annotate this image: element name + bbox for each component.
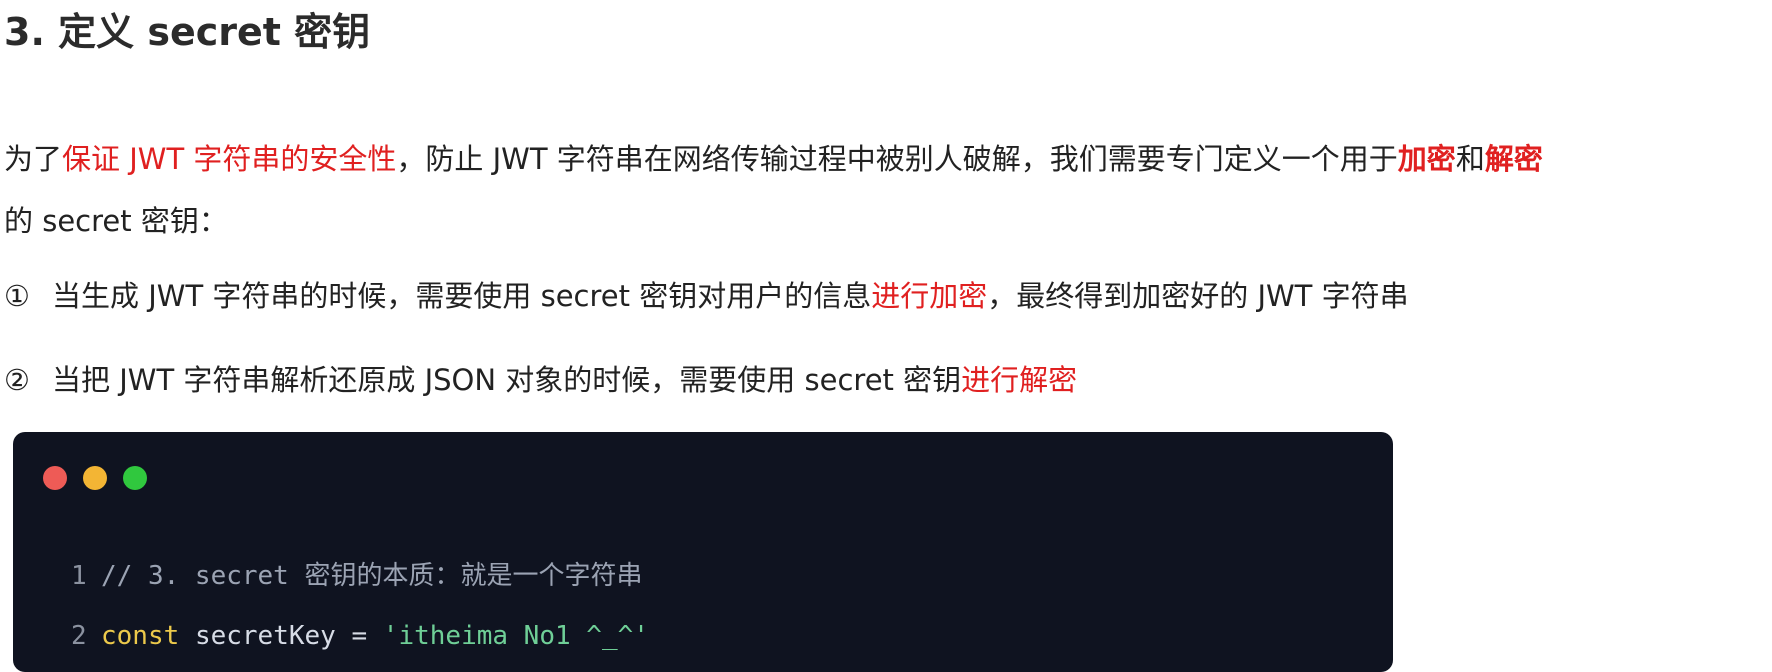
line-number: 2 <box>71 621 87 651</box>
highlight-security: 保证 JWT 字符串的安全性 <box>62 142 397 176</box>
list-marker: ② <box>4 363 30 397</box>
section-heading: 3. 定义 secret 密钥 <box>4 10 371 54</box>
code-block: 1 // 3. secret 密钥的本质：就是一个字符串 2 const secre… <box>71 546 649 666</box>
highlight-encrypt: 加密 <box>1397 142 1456 176</box>
list-item-highlight: 进行解密 <box>961 363 1078 397</box>
intro-line-1: 为了保证 JWT 字符串的安全性，防止 JWT 字符串在网络传输过程中被别人破解… <box>4 128 1772 190</box>
code-line: 2 const secretKey = 'itheima No1 ^_^' <box>71 606 649 666</box>
intro-text-a: 为了 <box>4 142 63 176</box>
intro-text-b: ，防止 JWT 字符串在网络传输过程中被别人破解，我们需要专门定义一个用于 <box>396 142 1398 176</box>
intro-paragraph: 为了保证 JWT 字符串的安全性，防止 JWT 字符串在网络传输过程中被别人破解… <box>4 128 1772 252</box>
intro-line-2: 的 secret 密钥： <box>4 204 228 238</box>
list-item-highlight: 进行加密 <box>871 279 988 313</box>
highlight-decrypt: 解密 <box>1484 142 1543 176</box>
close-dot-icon <box>43 466 67 490</box>
code-window: 1 // 3. secret 密钥的本质：就是一个字符串 2 const secre… <box>13 432 1393 672</box>
maximize-dot-icon <box>123 466 147 490</box>
minimize-dot-icon <box>83 466 107 490</box>
list-item-text-a: 当生成 JWT 字符串的时候，需要使用 secret 密钥对用户的信息 <box>52 279 872 313</box>
code-comment: // 3. secret 密钥的本质：就是一个字符串 <box>101 561 643 591</box>
list-marker: ① <box>4 279 30 313</box>
code-keyword: const <box>101 621 180 651</box>
line-number: 1 <box>71 561 87 591</box>
code-identifier: secretKey <box>194 621 336 651</box>
code-string: 'itheima No1 ^_^' <box>382 621 649 651</box>
list-item-text-a: 当把 JWT 字符串解析还原成 JSON 对象的时候，需要使用 secret 密… <box>52 363 962 397</box>
list-item: ① 当生成 JWT 字符串的时候，需要使用 secret 密钥对用户的信息进行加密… <box>4 274 1409 318</box>
code-operator: = <box>351 621 368 651</box>
code-line: 1 // 3. secret 密钥的本质：就是一个字符串 <box>71 546 649 606</box>
list-item: ② 当把 JWT 字符串解析还原成 JSON 对象的时候，需要使用 secret … <box>4 358 1077 402</box>
intro-text-c: 和 <box>1455 142 1485 176</box>
list-item-text-b: ，最终得到加密好的 JWT 字符串 <box>987 279 1409 313</box>
